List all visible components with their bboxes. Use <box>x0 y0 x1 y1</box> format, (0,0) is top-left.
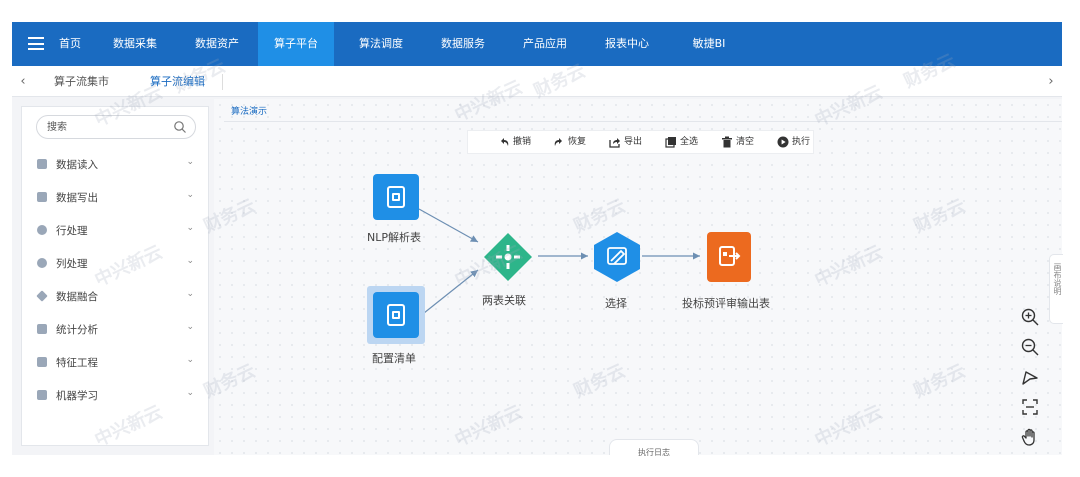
sidebar-item-data-fusion[interactable]: 数据融合 ⌄ <box>22 280 208 313</box>
table-file-icon <box>387 186 405 208</box>
operator-sidebar: 数据读入 ⌄ 数据写出 ⌄ 行处理 ⌄ 列处理 ⌄ 数据融合 ⌄ 统计分析 ⌄ <box>21 106 209 446</box>
chevron-down-icon: ⌄ <box>186 355 194 365</box>
zoom-out-icon[interactable] <box>1020 337 1040 357</box>
chevron-down-icon: ⌄ <box>186 289 194 299</box>
side-panel-label: 画布说明 <box>1053 263 1062 295</box>
node-select[interactable] <box>592 231 642 283</box>
nav-report-center[interactable]: 报表中心 <box>600 22 654 66</box>
machine-learning-icon <box>37 390 47 400</box>
top-nav: 首页 数据采集 数据资产 算子平台 算法调度 数据服务 产品应用 报表中心 敏捷… <box>12 22 1062 66</box>
menu-icon[interactable] <box>28 37 44 50</box>
flow-canvas[interactable]: 算法演示 撤销 恢复 导出 全选 清空 执行 NLP解析表 配置清单 两表关联 … <box>214 99 1063 457</box>
nav-product-apps[interactable]: 产品应用 <box>518 22 572 66</box>
statistical-analysis-icon <box>37 324 47 334</box>
canvas-side-panel-tab[interactable]: 画布说明 <box>1049 254 1063 324</box>
execution-log-tab[interactable]: 执行日志 <box>609 439 699 457</box>
column-processing-icon <box>37 258 47 268</box>
sidebar-item-label: 统计分析 <box>56 324 98 336</box>
table-file-icon <box>387 304 405 326</box>
sidebar-item-statistical-analysis[interactable]: 统计分析 ⌄ <box>22 313 208 346</box>
node-config-label: 配置清单 <box>372 352 416 365</box>
sidebar-item-label: 数据融合 <box>56 291 98 303</box>
sidebar-item-column-processing[interactable]: 列处理 ⌄ <box>22 247 208 280</box>
sidebar-item-data-input[interactable]: 数据读入 ⌄ <box>22 148 208 181</box>
node-bid-review-output[interactable] <box>707 232 751 282</box>
fit-view-icon[interactable] <box>1020 367 1040 387</box>
export-file-icon <box>719 246 741 266</box>
nav-data-assets[interactable]: 数据资产 <box>190 22 244 66</box>
tab-bar: ‹ 算子流集市 算子流编辑 › <box>12 66 1062 97</box>
sidebar-item-label: 数据读入 <box>56 159 98 171</box>
sidebar-item-data-output[interactable]: 数据写出 ⌄ <box>22 181 208 214</box>
row-processing-icon <box>37 225 47 235</box>
sidebar-item-label: 特征工程 <box>56 357 98 369</box>
node-table-join[interactable] <box>482 231 534 283</box>
chevron-down-icon: ⌄ <box>186 157 194 167</box>
feature-engineering-icon <box>37 357 47 367</box>
chevron-down-icon: ⌄ <box>186 322 194 332</box>
chevron-down-icon: ⌄ <box>186 223 194 233</box>
node-output-label: 投标预评审输出表 <box>682 297 770 310</box>
nav-home[interactable]: 首页 <box>54 22 86 66</box>
search-box <box>36 115 196 139</box>
execution-log-label: 执行日志 <box>638 448 670 457</box>
sidebar-item-label: 列处理 <box>56 258 88 270</box>
nav-algorithm-scheduling[interactable]: 算法调度 <box>354 22 408 66</box>
nav-data-collection[interactable]: 数据采集 <box>108 22 162 66</box>
node-nlp-label: NLP解析表 <box>367 231 421 244</box>
tab-operator-flow-editor[interactable]: 算子流编辑 <box>150 66 205 97</box>
tab-scroll-right-button[interactable]: › <box>1042 66 1060 97</box>
data-fusion-icon <box>36 290 48 302</box>
sidebar-item-row-processing[interactable]: 行处理 ⌄ <box>22 214 208 247</box>
nav-agile-bi[interactable]: 敏捷BI <box>684 22 734 66</box>
sidebar-item-label: 数据写出 <box>56 192 98 204</box>
tab-scroll-left-button[interactable]: ‹ <box>14 66 32 97</box>
tab-divider <box>222 74 223 90</box>
actual-size-icon[interactable] <box>1020 397 1040 417</box>
sidebar-item-feature-engineering[interactable]: 特征工程 ⌄ <box>22 346 208 379</box>
edge-config-to-join <box>418 269 479 318</box>
sidebar-item-machine-learning[interactable]: 机器学习 ⌄ <box>22 379 208 412</box>
nav-operator-platform[interactable]: 算子平台 <box>258 22 334 66</box>
chevron-down-icon: ⌄ <box>186 256 194 266</box>
node-join-label: 两表关联 <box>482 294 526 307</box>
tab-operator-flow-market[interactable]: 算子流集市 <box>54 66 109 97</box>
search-icon[interactable] <box>173 120 187 134</box>
chevron-down-icon: ⌄ <box>186 190 194 200</box>
node-nlp-table[interactable] <box>373 174 419 220</box>
zoom-in-icon[interactable] <box>1020 307 1040 327</box>
sidebar-item-label: 行处理 <box>56 225 88 237</box>
node-select-label: 选择 <box>605 297 627 310</box>
app-window: 首页 数据采集 数据资产 算子平台 算法调度 数据服务 产品应用 报表中心 敏捷… <box>12 22 1063 457</box>
data-input-icon <box>37 159 47 169</box>
nav-data-services[interactable]: 数据服务 <box>436 22 490 66</box>
sidebar-item-label: 机器学习 <box>56 390 98 402</box>
node-config-list[interactable] <box>373 292 419 338</box>
search-input[interactable] <box>47 119 167 135</box>
chevron-down-icon: ⌄ <box>186 388 194 398</box>
pan-hand-icon[interactable] <box>1020 427 1040 447</box>
edge-nlp-to-join <box>418 208 479 243</box>
data-output-icon <box>37 192 47 202</box>
